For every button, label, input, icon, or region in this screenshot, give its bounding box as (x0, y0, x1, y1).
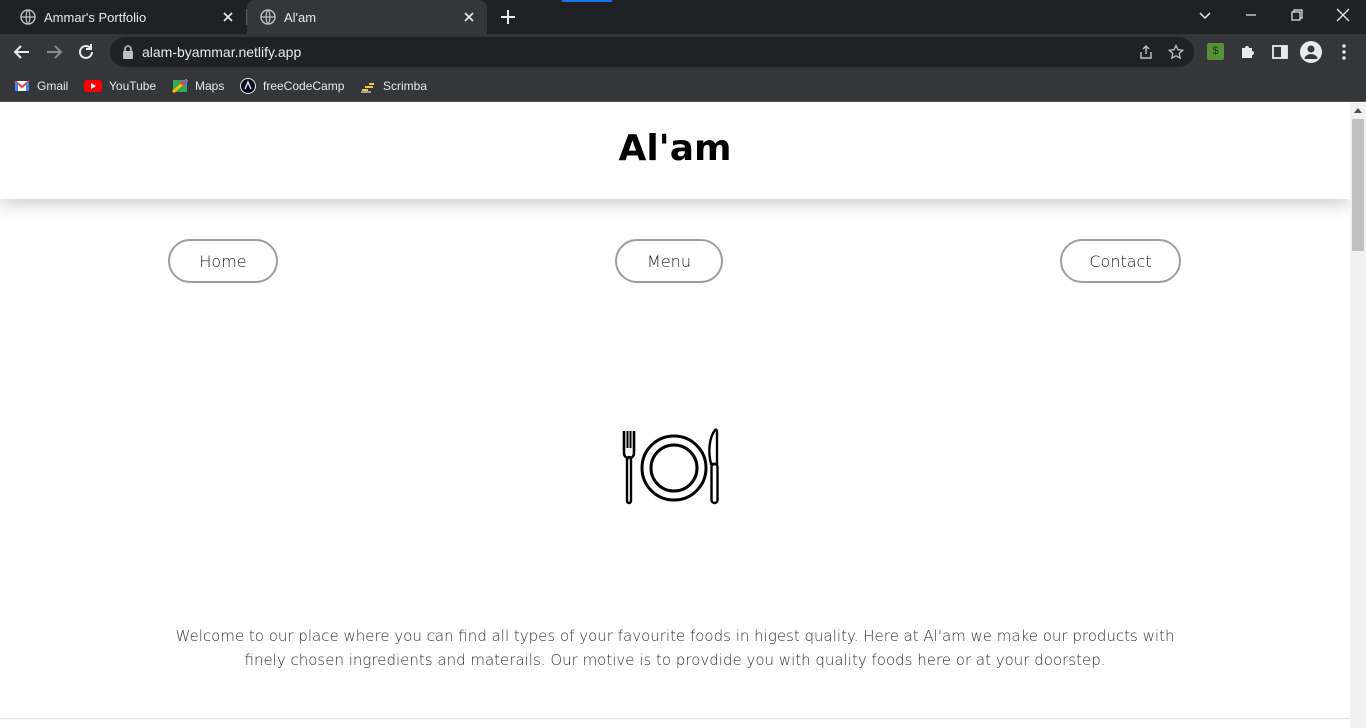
kebab-menu-icon[interactable] (1334, 42, 1354, 62)
bookmarks-bar: Gmail YouTube Maps freeCodeCamp Scrimba (0, 70, 1366, 102)
new-tab-icon[interactable] (499, 8, 517, 26)
scroll-up-arrow-icon[interactable] (1354, 108, 1362, 113)
scrimba-icon (361, 83, 374, 93)
bookmark-freecodecamp[interactable]: freeCodeCamp (240, 76, 344, 96)
site-header: Al'am (0, 103, 1350, 199)
nav-home-button[interactable]: Home (168, 239, 278, 283)
bookmark-gmail[interactable]: Gmail (14, 76, 68, 96)
page-viewport: Al'am Home Menu Contact Welcome to our p… (0, 103, 1350, 728)
close-tab-icon[interactable] (220, 9, 236, 25)
share-icon[interactable] (1138, 44, 1154, 60)
profile-avatar[interactable] (1300, 41, 1322, 63)
restore-icon (1291, 9, 1303, 21)
reload-icon[interactable] (76, 42, 96, 62)
welcome-paragraph: Welcome to our place where you can find … (175, 627, 1175, 669)
bookmark-label: freeCodeCamp (263, 79, 345, 93)
bookmark-maps[interactable]: Maps (172, 76, 224, 96)
tab-alam[interactable]: Al'am (247, 0, 487, 34)
nav-contact-button[interactable]: Contact (1060, 239, 1181, 283)
bookmark-youtube[interactable]: YouTube (84, 76, 156, 96)
person-icon (1304, 45, 1318, 59)
browser-tabstrip: Ammar's Portfolio Al'am (0, 0, 1366, 34)
bookmark-label: YouTube (109, 79, 157, 93)
freecodecamp-icon (240, 78, 256, 94)
extension-dollar-icon[interactable]: $ (1207, 43, 1224, 60)
puzzle-extensions-icon[interactable] (1238, 42, 1258, 62)
browser-toolbar: alam-byammar.netlify.app $ (0, 34, 1366, 70)
nav-menu-button[interactable]: Menu (615, 239, 723, 283)
tab-search-button[interactable] (1182, 0, 1228, 30)
bookmark-star-icon[interactable] (1168, 44, 1184, 60)
page-scrollbar[interactable] (1350, 103, 1366, 728)
bookmark-scrimba[interactable]: Scrimba (360, 76, 427, 96)
globe-icon (20, 9, 36, 25)
site-title: Al'am (618, 128, 732, 169)
scrollbar-thumb[interactable] (1352, 119, 1364, 251)
side-panel-icon[interactable] (1270, 42, 1290, 62)
youtube-icon (84, 80, 102, 92)
close-window-button[interactable] (1320, 0, 1366, 30)
restore-button[interactable] (1274, 0, 1320, 30)
lock-icon[interactable] (122, 45, 134, 59)
maps-icon (172, 78, 188, 94)
close-tab-icon[interactable] (461, 9, 477, 25)
minimize-icon (1246, 14, 1256, 16)
tab-loading-indicator (562, 0, 612, 2)
bookmark-label: Maps (195, 79, 225, 93)
globe-icon (260, 9, 276, 25)
forward-arrow-icon[interactable] (44, 42, 64, 62)
section-divider (0, 718, 1350, 719)
tab-ammars-portfolio[interactable]: Ammar's Portfolio (0, 0, 246, 34)
fork-plate-knife-icon (622, 428, 719, 505)
tab-title: Ammar's Portfolio (44, 9, 147, 25)
address-bar[interactable]: alam-byammar.netlify.app (110, 37, 1194, 67)
bookmark-label: Gmail (37, 79, 69, 93)
chevron-down-icon (1199, 12, 1211, 20)
back-arrow-icon[interactable] (12, 42, 32, 62)
bookmark-label: Scrimba (383, 79, 428, 93)
url-text[interactable]: alam-byammar.netlify.app (142, 44, 301, 60)
minimize-button[interactable] (1228, 0, 1274, 30)
gmail-icon (14, 80, 30, 91)
close-icon (1336, 8, 1350, 22)
tab-title: Al'am (284, 9, 317, 25)
